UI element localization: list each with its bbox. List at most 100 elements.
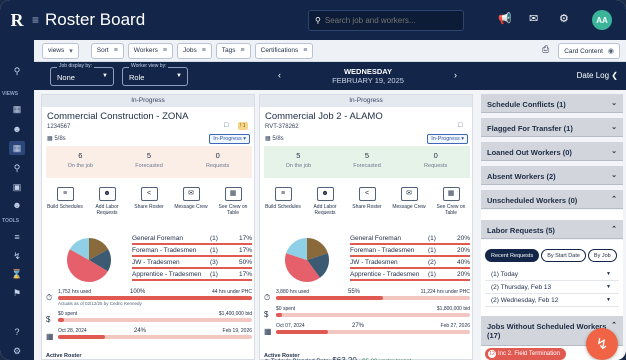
role-row: JW - Tradesmen (2) 40% xyxy=(350,257,470,269)
share-roster-button[interactable]: < Share Roster xyxy=(128,187,170,216)
add-labor-requests-button[interactable]: ☻ Add Labor Requests xyxy=(86,187,128,216)
progress-metrics: ⏱ 3,880 hrs used 55% 11,224 hrs under PHC $ $… xyxy=(264,289,470,340)
build-schedules-button[interactable]: ≡ Build Schedules xyxy=(44,187,86,216)
crew-stat-label: On the job xyxy=(67,163,94,169)
message-crew-button[interactable]: ✉ Message Crew xyxy=(388,187,430,216)
request-group-label: (2) Thursday, Feb 13 xyxy=(491,284,552,291)
loaned-out-accordion[interactable]: Loaned Out Workers (0) ⌄ xyxy=(481,142,623,161)
status-dropdown[interactable]: In-Progress ▾ xyxy=(209,134,250,144)
certifications-filter-button[interactable]: Certifications ≡ xyxy=(254,42,314,59)
hours-percent: 55% xyxy=(348,289,361,295)
unscheduled-body xyxy=(481,210,623,220)
flagged-transfer-accordion[interactable]: Flagged For Transfer (1) ⌄ xyxy=(481,118,623,137)
date-full: FEBRUARY 19, 2025 xyxy=(332,76,404,85)
app-title: Roster Board xyxy=(45,10,146,29)
gear-icon[interactable]: ⚙ xyxy=(559,12,569,25)
worker-view-select[interactable]: Worker view by: Role ▼ xyxy=(122,63,188,86)
job-card[interactable]: In-Progress Commercial Construction - ZON… xyxy=(41,94,255,360)
next-date-button[interactable]: › xyxy=(454,70,457,80)
sort-button[interactable]: Sort ≡ xyxy=(90,42,124,59)
crew-stat: 5 Forecasted xyxy=(333,146,402,178)
absent-workers-accordion[interactable]: Absent Workers (2) ⌄ xyxy=(481,166,623,185)
table-icon: ▦ xyxy=(442,187,460,201)
hourglass-icon[interactable]: ⌛ xyxy=(9,267,25,281)
help-icon[interactable]: ? xyxy=(9,325,25,339)
date-log-label: Date Log xyxy=(576,71,610,80)
request-group-row[interactable]: (2) Thursday, Feb 13 ▼ xyxy=(485,281,619,294)
crew-stats: 5 On the job 5 Forecasted 0 Requests xyxy=(264,146,470,178)
table-icon[interactable]: ▦ xyxy=(9,141,25,155)
current-date: WEDNESDAY FEBRUARY 19, 2025 xyxy=(298,67,438,85)
stopwatch-icon: ⏱ xyxy=(264,293,271,302)
role-percent: 20% xyxy=(456,270,470,278)
users-icon[interactable]: ☻ xyxy=(9,122,25,136)
flag-icon[interactable]: ⚑ xyxy=(9,286,25,300)
chevron-down-icon: ⌄ xyxy=(611,100,617,107)
recent-requests-tab[interactable]: Recent Requests xyxy=(485,249,540,262)
job-title[interactable]: Commercial Construction - ZONA xyxy=(47,111,188,122)
search-box[interactable]: ⚲ xyxy=(308,10,464,31)
job-title[interactable]: Commercial Job 2 - ALAMO xyxy=(265,111,383,122)
building-icon[interactable]: ▣ xyxy=(9,180,25,194)
build-schedules-button[interactable]: ≡ Build Schedules xyxy=(262,187,304,216)
action-label: Add Labor Requests xyxy=(313,204,337,216)
date-log-button[interactable]: Date Log ❮ xyxy=(577,71,618,80)
app-frame: R ≡ Roster Board ⚲ 📢 ✉ ⚙ AA ⚲ VIEWS ▦ ☻ … xyxy=(0,0,626,360)
megaphone-icon[interactable]: 📢 xyxy=(498,12,512,25)
schedule-conflicts-accordion[interactable]: Schedule Conflicts (1) ⌄ xyxy=(481,94,623,113)
top-bar: R ≡ Roster Board ⚲ 📢 ✉ ⚙ AA xyxy=(0,0,626,40)
sort-label: Sort xyxy=(96,47,109,54)
action-label: See Crew on Table xyxy=(436,204,466,216)
role-breakdown: General Foreman (1) 17% Foreman - Tradesmen… xyxy=(132,233,252,281)
bolt-icon[interactable]: ↯ xyxy=(9,249,25,263)
user-avatar[interactable]: AA xyxy=(592,10,612,30)
request-group-row[interactable]: (1) Today ▼ xyxy=(485,268,619,281)
job-tag[interactable]: 12 Inc 2. Field Termination xyxy=(485,348,566,360)
cost-right-value: $1,800,000 bid xyxy=(436,306,470,312)
role-percent: 17% xyxy=(238,234,252,242)
prev-date-button[interactable]: ‹ xyxy=(278,70,281,80)
job-display-select[interactable]: Job display by: None ▼ xyxy=(50,63,114,86)
workers-filter-button[interactable]: Workers ≡ xyxy=(127,42,173,59)
menu-icon[interactable]: ≡ xyxy=(32,13,39,27)
search-input[interactable] xyxy=(324,16,455,25)
dates-progress: ▦ Oct 28, 2024 24% Feb 19, 2026 xyxy=(46,328,252,345)
tags-filter-button[interactable]: Tags ≡ xyxy=(215,42,251,59)
mail-icon[interactable]: ✉ xyxy=(529,12,538,25)
views-dropdown[interactable]: views ▾ xyxy=(42,42,79,59)
request-group-row[interactable]: (2) Wednesday, Feb 12 ▼ xyxy=(485,294,619,307)
quick-action-bolt-button[interactable]: ↯ xyxy=(586,328,618,360)
card-status-header: In-Progress xyxy=(260,95,472,107)
share-roster-button[interactable]: < Share Roster xyxy=(346,187,388,216)
role-name: Foreman - Tradesmen xyxy=(350,246,415,254)
print-icon[interactable]: ⎙ xyxy=(542,44,549,55)
calendar-icon[interactable]: ▦ xyxy=(9,102,25,116)
calendar-icon: ▦ xyxy=(46,332,54,341)
hours-note: Actuals as of 02/12/25 by Cedric Kennedy xyxy=(58,301,142,306)
job-card[interactable]: In-Progress Commercial Job 2 - ALAMO RVT-3… xyxy=(259,94,473,360)
search-rail-icon[interactable]: ⚲ xyxy=(9,64,25,78)
unscheduled-accordion[interactable]: Unscheduled Workers (0) ⌃ xyxy=(481,190,623,209)
message-crew-button[interactable]: ✉ Message Crew xyxy=(170,187,212,216)
add-labor-requests-button[interactable]: ☻ Add Labor Requests xyxy=(304,187,346,216)
map-pin-icon[interactable]: ⚲ xyxy=(9,161,25,175)
cost-progress-bar xyxy=(276,313,470,317)
group-icon[interactable]: ☻ xyxy=(9,198,25,212)
chat-icon[interactable]: □ xyxy=(458,122,462,129)
action-label: Build Schedules xyxy=(47,204,83,210)
by-job-tab[interactable]: By Job xyxy=(587,249,617,262)
bolt-icon: ↯ xyxy=(595,336,609,353)
settings-rail-icon[interactable]: ⚙ xyxy=(9,344,25,358)
list-add-icon[interactable]: ≡ xyxy=(9,230,25,244)
see-crew-button[interactable]: ▦ See Crew on Table xyxy=(430,187,472,216)
status-dropdown[interactable]: In-Progress ▾ xyxy=(427,134,468,144)
jobs-filter-button[interactable]: Jobs ≡ xyxy=(176,42,212,59)
by-start-date-tab[interactable]: By Start Date xyxy=(541,249,586,262)
role-pie-chart xyxy=(285,238,329,282)
app-logo[interactable]: R xyxy=(0,0,34,40)
chat-icon[interactable]: □ xyxy=(224,122,228,129)
card-content-button[interactable]: Card Content ◉ xyxy=(558,43,620,59)
see-crew-button[interactable]: ▦ See Crew on Table xyxy=(212,187,254,216)
labor-requests-accordion[interactable]: Labor Requests (5) ⌃ xyxy=(481,220,623,239)
certifications-label: Certifications xyxy=(260,47,299,54)
